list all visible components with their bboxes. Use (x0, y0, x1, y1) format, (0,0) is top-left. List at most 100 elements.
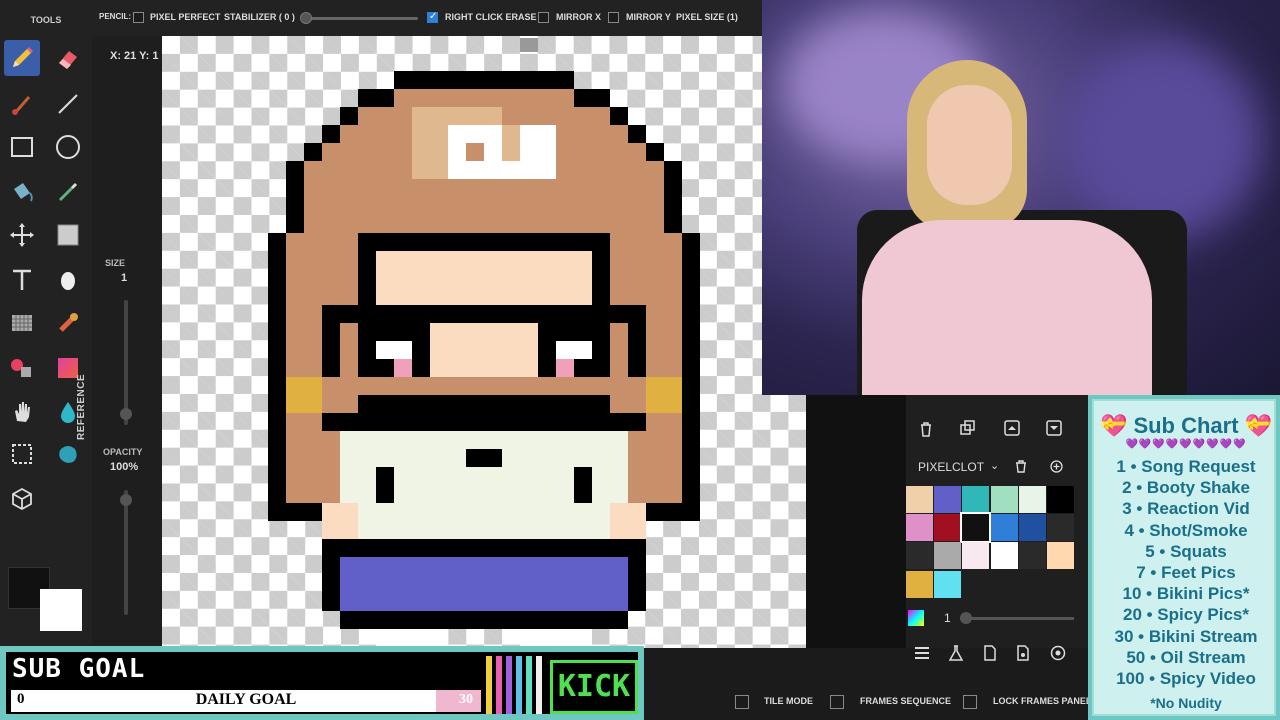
stripe-teal (526, 656, 532, 714)
tool-options-bar: TOOLS PENCIL: PIXEL PERFECT STABILIZER (… (0, 0, 762, 36)
pixel-size-control[interactable]: PIXEL SIZE (1) (676, 12, 738, 22)
sub-chart-title: 💝 Sub Chart 💝 (1099, 413, 1273, 438)
color-replace-tool[interactable] (4, 350, 40, 386)
sub-chart-item: 20 • Spicy Pics* (1123, 605, 1249, 625)
pixel-perfect-checkbox[interactable] (133, 12, 144, 23)
mirror-x-checkbox[interactable] (538, 12, 549, 23)
move-tool[interactable] (4, 217, 40, 253)
size-slider[interactable] (124, 300, 128, 425)
drawing-canvas[interactable] (162, 36, 806, 648)
palette-swatch[interactable] (906, 486, 933, 513)
record-icon[interactable] (1050, 645, 1066, 661)
delete-palette-icon[interactable] (1015, 460, 1027, 473)
stabilizer-slider[interactable] (304, 17, 418, 20)
sub-chart-hearts: 💜💜💜💜💜💜💜💜💜 (1125, 439, 1247, 450)
select-tool[interactable] (4, 436, 40, 472)
dither-tool[interactable] (50, 217, 86, 253)
palette-swatch[interactable] (990, 514, 1018, 542)
palette-swatch[interactable] (934, 542, 962, 570)
sub-chart-item: 30 • Bikini Stream (1114, 626, 1258, 646)
file-icon[interactable] (983, 645, 997, 661)
eraser-tool[interactable] (50, 40, 86, 76)
palette-swatch[interactable] (962, 542, 990, 570)
sub-chart-item: 2 • Booty Shake (1122, 478, 1250, 498)
line-tool[interactable] (50, 86, 86, 122)
smudge-tool[interactable] (50, 305, 86, 341)
ellipse-tool[interactable] (50, 129, 86, 165)
sub-goal-panel: SUB GOAL DAILY GOAL 0 30 KICK (4, 650, 640, 716)
list-icon[interactable] (914, 646, 930, 660)
size-label: SIZE (105, 258, 126, 268)
sub-goal-start: 0 (17, 691, 25, 707)
secondary-color-swatch[interactable] (40, 589, 82, 631)
color-wheel-icon[interactable] (906, 608, 926, 628)
shade-tool[interactable] (50, 262, 86, 298)
sub-goal-label: DAILY GOAL (195, 691, 297, 708)
stripe-yellow (486, 656, 492, 714)
pencil-tool[interactable] (4, 40, 40, 76)
move-down-icon[interactable] (1046, 420, 1062, 436)
paint-icon (11, 359, 31, 377)
palette-swatch[interactable] (1047, 486, 1074, 513)
reference-tab[interactable]: REFERENCE (76, 374, 87, 440)
reference-area (806, 395, 906, 648)
smudge-icon (59, 313, 78, 332)
palette-swatch[interactable] (1047, 514, 1074, 542)
frames-sequence-label: FRAMES SEQUENCE (860, 696, 952, 706)
rectangle-tool[interactable] (4, 129, 40, 165)
sub-goal-title: SUB GOAL (12, 654, 146, 684)
move-up-icon[interactable] (1004, 420, 1020, 436)
chevron-down-icon[interactable]: ⌄ (990, 459, 999, 472)
opacity-value: 100% (110, 461, 139, 473)
hand-tool[interactable] (4, 394, 40, 430)
right-click-erase-checkbox[interactable] (427, 11, 438, 23)
magic-select-tool[interactable] (50, 436, 86, 472)
frames-sequence-checkbox[interactable] (830, 695, 844, 709)
sub-goal-widget: SUB GOAL DAILY GOAL 0 30 KICK (0, 646, 644, 720)
hand-icon (15, 402, 30, 422)
flask-icon[interactable] (949, 645, 963, 661)
palette-swatch[interactable] (934, 514, 962, 542)
mirror-y-checkbox[interactable] (608, 12, 619, 23)
palette-swatch[interactable] (906, 542, 933, 570)
palette-swatch[interactable] (1018, 542, 1046, 570)
size-slider-handle[interactable] (120, 408, 132, 420)
image-file-icon[interactable] (1016, 645, 1030, 661)
palette-select[interactable]: PIXELCLOT (918, 460, 984, 474)
lock-frames-checkbox[interactable] (963, 695, 977, 709)
3d-tool[interactable] (4, 481, 40, 517)
palette-swatch[interactable] (962, 486, 990, 513)
pattern-tool[interactable] (4, 305, 40, 341)
blob-icon (59, 446, 77, 463)
person-hoodie (862, 220, 1152, 395)
tile-mode-checkbox[interactable] (735, 695, 749, 709)
circle-icon (56, 135, 80, 159)
cursor-pixel (520, 38, 538, 52)
layer-slider[interactable] (960, 617, 1074, 620)
palette-swatch[interactable] (906, 514, 933, 542)
layer-slider-handle[interactable] (960, 612, 972, 624)
palette-swatch[interactable] (934, 570, 962, 598)
palette-swatch[interactable] (1018, 514, 1046, 542)
brush-tool[interactable] (4, 86, 40, 122)
palette-swatch[interactable] (934, 486, 962, 513)
cursor-coordinates: X: 21 Y: 1 (110, 50, 159, 62)
palette-swatch[interactable] (990, 542, 1018, 570)
palette-swatch[interactable] (960, 512, 992, 544)
palette-swatch[interactable] (1018, 486, 1046, 513)
palette-swatch[interactable] (1047, 542, 1074, 570)
add-palette-icon[interactable] (1050, 460, 1063, 473)
eyedropper-tool[interactable] (50, 174, 86, 210)
fill-tool[interactable] (4, 174, 40, 210)
palette-swatch[interactable] (906, 570, 933, 598)
cube-icon (12, 487, 32, 511)
palette-swatch[interactable] (990, 486, 1018, 513)
sub-chart-item: 5 • Squats (1145, 541, 1227, 561)
trash-icon[interactable] (919, 421, 933, 437)
stabilizer-slider-handle[interactable] (300, 12, 312, 24)
opacity-slider[interactable] (124, 490, 128, 615)
opacity-slider-handle[interactable] (120, 494, 132, 506)
duplicate-icon[interactable] (960, 420, 976, 436)
text-tool[interactable] (4, 262, 40, 298)
move-icon (10, 223, 34, 247)
